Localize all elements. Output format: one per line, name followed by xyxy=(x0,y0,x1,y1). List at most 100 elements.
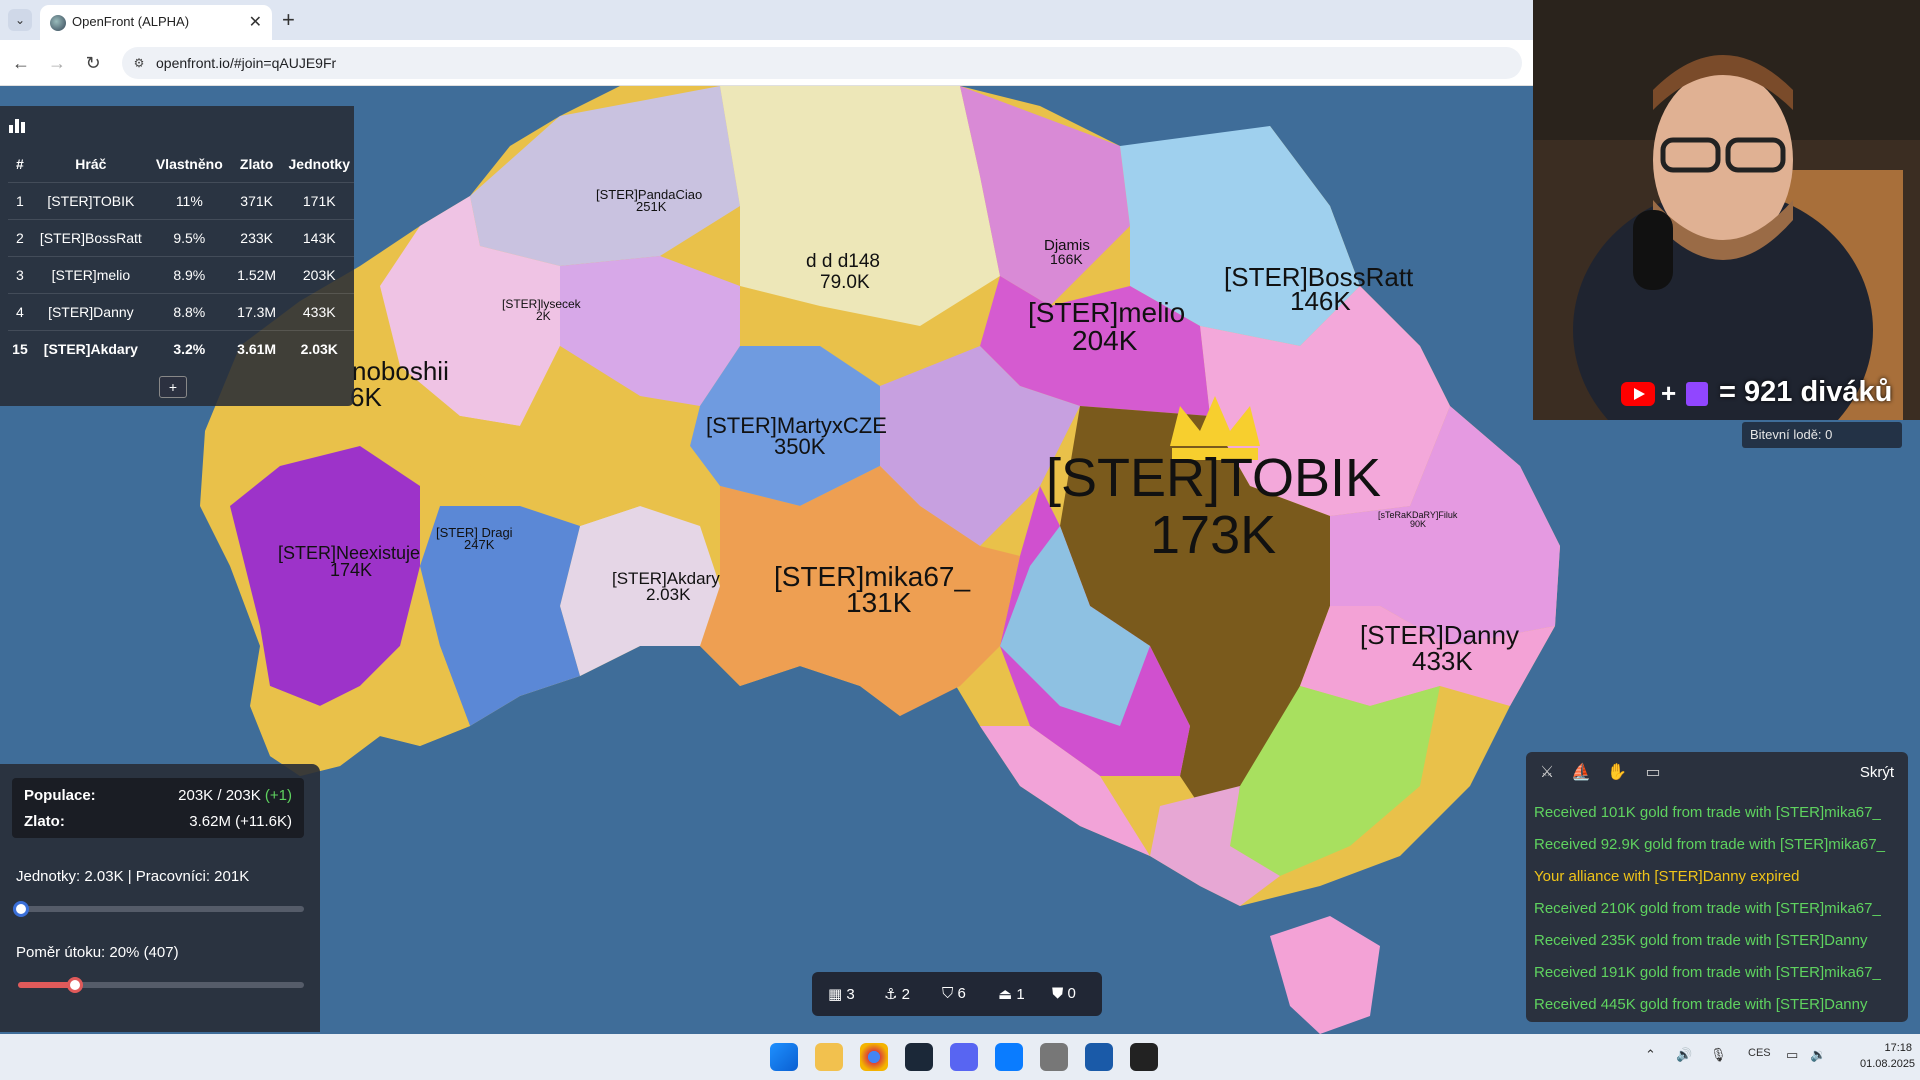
port-count[interactable]: ⚓ 2 xyxy=(884,985,910,1003)
leaderboard-row[interactable]: 2 [STER]BossRatt 9.5% 233K 143K xyxy=(8,218,354,256)
owned-cell: 9.5% xyxy=(149,218,229,256)
attack-ratio-slider[interactable] xyxy=(18,977,304,993)
attack-filter-icon[interactable]: ⚔ xyxy=(1536,762,1558,784)
owned-cell: 8.9% xyxy=(149,255,229,293)
rank-cell: 2 xyxy=(8,218,32,256)
leaderboard-expand-button[interactable]: + xyxy=(159,376,187,398)
map-label-value: 2.03K xyxy=(646,585,691,604)
troop-ratio-slider[interactable] xyxy=(12,901,304,917)
col-gold[interactable]: Zlato xyxy=(229,146,285,182)
sam-shield-icon: ⛊ xyxy=(1052,985,1064,1002)
address-bar[interactable]: ⚙ openfront.io/#join=qAUJE9Fr xyxy=(122,47,1522,79)
chrome-icon[interactable] xyxy=(860,1043,888,1071)
gold-cell: 371K xyxy=(228,181,285,219)
steam-icon[interactable] xyxy=(905,1043,933,1071)
col-owned[interactable]: Vlastněno xyxy=(150,146,229,182)
volume-icon[interactable]: 🔉 xyxy=(1810,1047,1826,1063)
leaderboard-row-current-player[interactable]: 15 [STER]Akdary 3.2% 3.61M 2.03K xyxy=(8,329,354,367)
troop-slider-thumb[interactable] xyxy=(12,901,29,917)
webcam-feed: + = = 921 diváků xyxy=(1533,0,1920,420)
build-counts-bar: ▦ 3 ⚓ 2 ⛉ 6 ⏏ 1 ⛊ 0 xyxy=(812,972,1102,1016)
obs-icon[interactable] xyxy=(1130,1043,1158,1071)
leaderboard-row[interactable]: 4 [STER]Danny 8.8% 17.3M 433K xyxy=(8,292,354,330)
player-cell: [STER]BossRatt xyxy=(31,218,150,256)
tab-list-button[interactable]: ⌄ xyxy=(8,9,32,31)
chat-filter-icon[interactable]: ▭ xyxy=(1642,762,1664,784)
new-tab-button[interactable]: + xyxy=(282,7,295,33)
population-label: Populace: xyxy=(24,787,96,804)
map-label-value: 90K xyxy=(1410,519,1426,529)
reload-icon[interactable]: ↻ xyxy=(80,50,106,76)
leaderboard-table: # Hráč Vlastněno Zlato Jednotky 1 [STER]… xyxy=(8,146,354,367)
twitch-icon xyxy=(1686,382,1708,406)
back-arrow-icon[interactable]: ← xyxy=(8,50,34,76)
event-message: Received 92.9K gold from trade with [STE… xyxy=(1534,836,1885,853)
clock[interactable]: 17:18 01.08.2025 xyxy=(1860,1040,1916,1072)
discord-icon[interactable] xyxy=(950,1043,978,1071)
site-info-icon[interactable]: ⚙ xyxy=(130,54,148,72)
map-label-name: d d d148 xyxy=(806,251,880,272)
map-label-value: 350K xyxy=(774,434,826,459)
leaderboard-row[interactable]: 1 [STER]TOBIK 11% 371K 171K xyxy=(8,181,354,219)
col-player[interactable]: Hráč xyxy=(32,146,150,182)
gold-label: Zlato: xyxy=(24,813,65,830)
hide-events-button[interactable]: Skrýt xyxy=(1860,764,1894,781)
trade-filter-icon[interactable]: ⛵ xyxy=(1570,762,1592,784)
alliance-filter-icon[interactable]: ✋ xyxy=(1606,762,1628,784)
city-icon: ▦ xyxy=(828,986,843,1003)
browser-tab-openfront[interactable]: OpenFront (ALPHA) ✕ xyxy=(40,5,272,40)
city-count-value: 3 xyxy=(846,986,855,1003)
map-label-value: 204K xyxy=(1072,325,1138,356)
windows-start-icon[interactable] xyxy=(770,1043,798,1071)
photos-icon[interactable] xyxy=(1085,1043,1113,1071)
plus-sign: + xyxy=(1661,378,1677,408)
messenger-icon[interactable] xyxy=(995,1043,1023,1071)
language-indicator[interactable]: CES xyxy=(1748,1047,1771,1059)
player-cell: [STER]melio xyxy=(31,255,150,293)
network-icon[interactable]: ▭ xyxy=(1786,1047,1798,1063)
sam-count[interactable]: ⛊ 0 xyxy=(1052,985,1076,1002)
settings-icon[interactable] xyxy=(1040,1043,1068,1071)
map-label-value: 131K xyxy=(846,587,912,618)
forward-arrow-icon[interactable]: → xyxy=(44,50,70,76)
gold-value: 3.62M (+11.6K) xyxy=(189,813,292,830)
event-message: Received 210K gold from trade with [STER… xyxy=(1534,900,1881,917)
shield-icon: ⛉ xyxy=(942,985,954,1002)
city-count[interactable]: ▦ 3 xyxy=(828,985,855,1003)
event-message: Received 235K gold from trade with [STER… xyxy=(1534,932,1868,949)
file-explorer-icon[interactable] xyxy=(815,1043,843,1071)
owned-cell: 8.8% xyxy=(149,292,229,330)
leaderboard-header-row: # Hráč Vlastněno Zlato Jednotky xyxy=(8,146,354,182)
col-rank[interactable]: # xyxy=(8,146,32,182)
event-message: Received 101K gold from trade with [STER… xyxy=(1534,804,1881,821)
col-units[interactable]: Jednotky xyxy=(285,146,355,182)
rank-cell: 3 xyxy=(8,255,32,293)
tab-close-icon[interactable]: ✕ xyxy=(249,12,262,32)
gold-row: Zlato: xyxy=(24,813,65,830)
attack-slider-thumb[interactable] xyxy=(67,977,84,993)
clock-date: 01.08.2025 xyxy=(1860,1058,1916,1070)
microphone-icon[interactable]: 🎙 xyxy=(1710,1047,1727,1063)
map-label-value: 173K xyxy=(1150,505,1276,565)
port-count-value: 2 xyxy=(901,986,910,1003)
tray-chevron-icon[interactable]: ⌃ xyxy=(1645,1047,1656,1063)
gold-cell: 233K xyxy=(228,218,285,256)
population-value: 203K / 203K xyxy=(178,787,261,804)
map-label-name: [STER]melio xyxy=(1028,297,1185,328)
streamer-image xyxy=(1533,0,1920,420)
leaderboard-panel: # Hráč Vlastněno Zlato Jednotky 1 [STER]… xyxy=(0,106,354,406)
defense-count-value: 6 xyxy=(957,985,966,1002)
defense-count[interactable]: ⛉ 6 xyxy=(942,985,966,1002)
rank-cell: 4 xyxy=(8,292,32,330)
missile-silo-count[interactable]: ⏏ 1 xyxy=(998,985,1025,1003)
units-cell: 143K xyxy=(284,218,354,256)
player-cell: [STER]Danny xyxy=(31,292,150,330)
population-box: Populace: 203K / 203K (+1) Zlato: 3.62M … xyxy=(12,778,304,838)
leaderboard-row[interactable]: 3 [STER]melio 8.9% 1.52M 203K xyxy=(8,255,354,293)
population-row: Populace: xyxy=(24,787,96,804)
map-label-value: 146K xyxy=(1290,286,1351,316)
attack-ratio-text: Poměr útoku: 20% (407) xyxy=(16,944,179,961)
speaker-icon[interactable]: 🔊 xyxy=(1676,1047,1692,1063)
bar-chart-icon[interactable] xyxy=(8,116,26,134)
population-value-group: 203K / 203K (+1) xyxy=(178,787,292,804)
